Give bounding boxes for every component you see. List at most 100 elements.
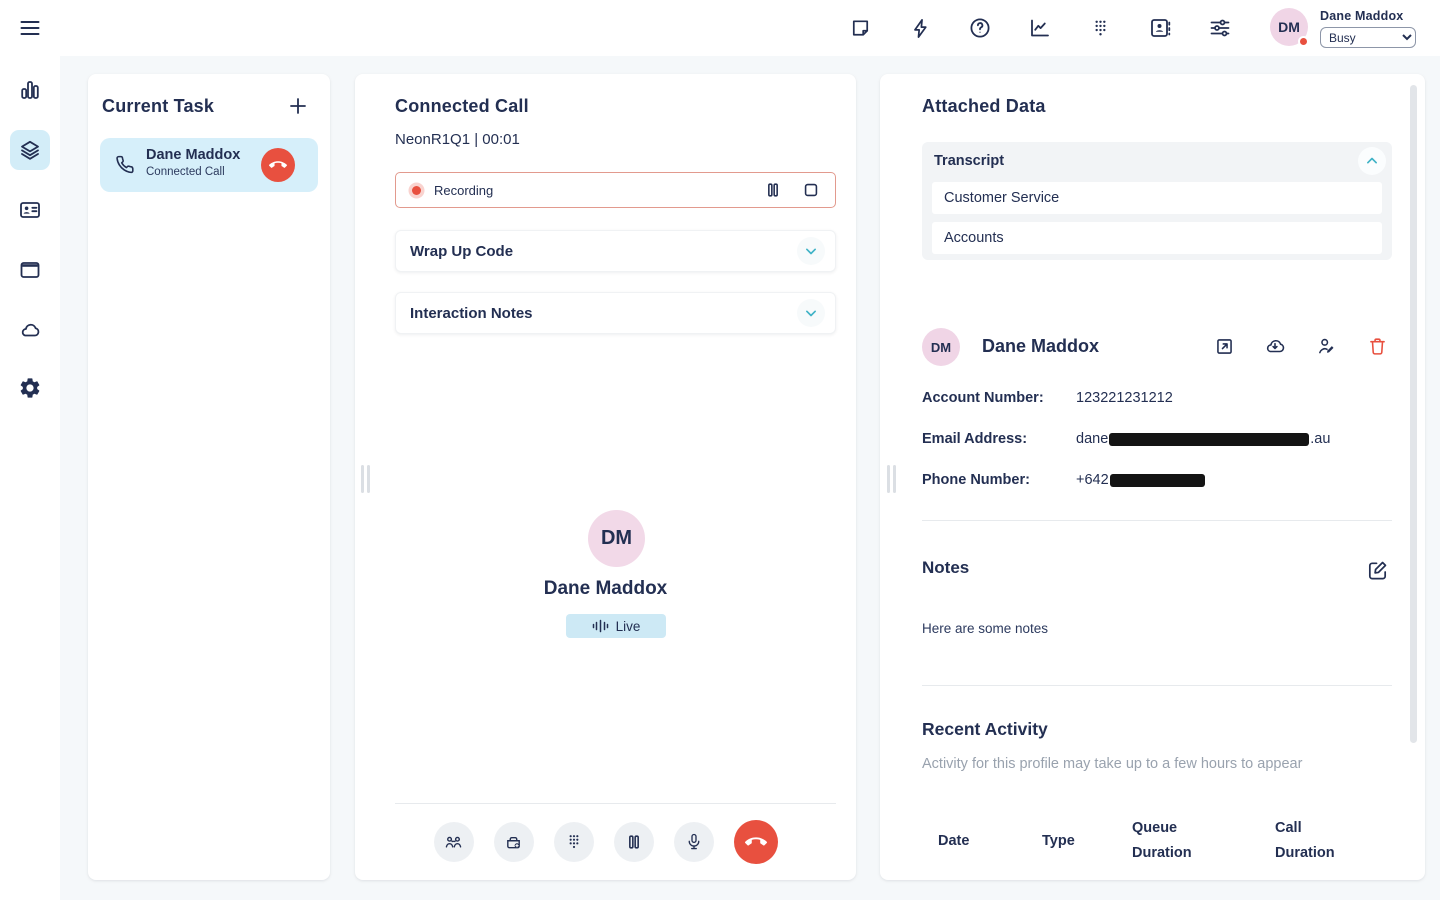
stop-recording-button[interactable] bbox=[797, 176, 825, 204]
device-icon bbox=[503, 832, 524, 853]
panel-resize-handle[interactable] bbox=[887, 465, 899, 493]
transcript-item-label: Accounts bbox=[944, 230, 1004, 246]
wrap-up-code-label: Wrap Up Code bbox=[410, 243, 513, 260]
directory-button[interactable] bbox=[1140, 8, 1180, 48]
sidebar-item-tasks[interactable] bbox=[10, 130, 50, 170]
stop-icon bbox=[801, 180, 821, 200]
hamburger-menu-button[interactable] bbox=[16, 14, 44, 42]
end-call-icon bbox=[269, 156, 287, 174]
main-content: Current Task Dane Maddox Connected Call … bbox=[60, 56, 1440, 900]
user-avatar[interactable]: DM bbox=[1270, 8, 1308, 46]
hold-button[interactable] bbox=[614, 822, 654, 862]
panel-scrollbar[interactable] bbox=[1410, 85, 1417, 743]
cloud-download-icon bbox=[1263, 334, 1287, 358]
open-profile-button[interactable] bbox=[1210, 332, 1238, 360]
field-label: Phone Number: bbox=[922, 472, 1030, 488]
topbar: DM Dane Maddox Busy bbox=[0, 0, 1440, 56]
end-call-button[interactable] bbox=[734, 820, 778, 864]
panel-resize-handle[interactable] bbox=[361, 465, 373, 493]
keypad-button[interactable] bbox=[554, 822, 594, 862]
sidebar-item-cloud[interactable] bbox=[10, 310, 50, 350]
edit-notes-button[interactable] bbox=[1366, 556, 1394, 584]
recent-activity-title: Recent Activity bbox=[922, 719, 1048, 740]
notes-pad-button[interactable] bbox=[840, 8, 880, 48]
mic-icon bbox=[684, 832, 704, 852]
task-type-label: Connected Call bbox=[146, 166, 225, 178]
divider bbox=[922, 685, 1392, 686]
field-account-number: Account Number: 123221231212 bbox=[922, 390, 1392, 410]
preferences-button[interactable] bbox=[1200, 8, 1240, 48]
field-label: Account Number: bbox=[922, 390, 1044, 406]
trash-icon bbox=[1367, 336, 1388, 357]
dialpad-icon bbox=[1089, 17, 1112, 40]
analytics-button[interactable] bbox=[1020, 8, 1060, 48]
download-profile-button[interactable] bbox=[1261, 332, 1289, 360]
chevron-up-icon[interactable] bbox=[1358, 147, 1386, 175]
chevron-down-icon[interactable] bbox=[797, 237, 825, 265]
user-name: Dane Maddox bbox=[1320, 9, 1416, 23]
sidebar-item-contacts[interactable] bbox=[10, 190, 50, 230]
interaction-notes-expander[interactable]: Interaction Notes bbox=[395, 292, 836, 334]
sidebar-item-settings[interactable] bbox=[10, 368, 50, 408]
recording-label: Recording bbox=[434, 183, 493, 198]
waveform-icon bbox=[592, 619, 609, 633]
attached-data-title: Attached Data bbox=[922, 96, 1046, 117]
chevron-down-icon[interactable] bbox=[797, 299, 825, 327]
note-icon bbox=[849, 17, 872, 40]
contact-card-icon bbox=[18, 198, 42, 222]
swap-device-button[interactable] bbox=[494, 822, 534, 862]
task-list-item[interactable]: Dane Maddox Connected Call bbox=[100, 138, 318, 192]
column-header-date: Date bbox=[938, 829, 969, 854]
gear-icon bbox=[18, 376, 42, 400]
transcript-item-label: Customer Service bbox=[944, 190, 1059, 206]
transcript-header[interactable]: Transcript bbox=[922, 142, 1392, 180]
call-panel-title: Connected Call bbox=[395, 96, 529, 117]
layers-icon bbox=[18, 138, 42, 162]
agent-status-select[interactable]: Busy bbox=[1320, 27, 1416, 48]
wrap-up-code-expander[interactable]: Wrap Up Code bbox=[395, 230, 836, 272]
transcript-item[interactable]: Customer Service bbox=[932, 182, 1382, 214]
caller-avatar: DM bbox=[588, 510, 645, 567]
call-controls bbox=[355, 820, 856, 864]
help-button[interactable] bbox=[960, 8, 1000, 48]
transcript-item[interactable]: Accounts bbox=[932, 222, 1382, 254]
left-rail bbox=[0, 56, 60, 900]
connected-call-panel: Connected Call NeonR1Q1 | 00:01 Recordin… bbox=[355, 74, 856, 880]
phone-icon bbox=[114, 154, 135, 175]
people-icon bbox=[443, 832, 464, 853]
interaction-notes-label: Interaction Notes bbox=[410, 305, 533, 322]
divider bbox=[922, 520, 1392, 521]
line-chart-icon bbox=[1028, 16, 1052, 40]
add-task-button[interactable] bbox=[286, 92, 314, 120]
field-value: +642 bbox=[1076, 472, 1206, 488]
pause-recording-button[interactable] bbox=[759, 176, 787, 204]
sidebar-item-workspace[interactable] bbox=[10, 250, 50, 290]
quick-actions-button[interactable] bbox=[900, 8, 940, 48]
recent-activity-subtitle: Activity for this profile may take up to… bbox=[922, 756, 1302, 772]
pause-icon bbox=[763, 180, 783, 200]
agent-desktop: DM Dane Maddox Busy bbox=[0, 0, 1440, 900]
dialpad-button[interactable] bbox=[1080, 8, 1120, 48]
mute-button[interactable] bbox=[674, 822, 714, 862]
edit-profile-button[interactable] bbox=[1313, 332, 1341, 360]
person-edit-icon bbox=[1316, 335, 1338, 357]
busy-status-dot bbox=[1298, 36, 1309, 47]
window-icon bbox=[18, 258, 42, 282]
transcript-group: Transcript Customer Service Accounts bbox=[922, 142, 1392, 260]
lightning-icon bbox=[909, 17, 932, 40]
live-status-badge: Live bbox=[566, 614, 666, 638]
conference-button[interactable] bbox=[434, 822, 474, 862]
task-end-call-button[interactable] bbox=[261, 148, 295, 182]
bar-stats-icon bbox=[18, 78, 42, 102]
end-call-icon bbox=[745, 831, 767, 853]
recording-dot bbox=[412, 186, 421, 195]
sliders-icon bbox=[1208, 16, 1232, 40]
current-task-title: Current Task bbox=[102, 96, 214, 117]
field-value: 123221231212 bbox=[1076, 390, 1173, 406]
caller-name: Dane Maddox bbox=[355, 578, 856, 600]
column-header-type: Type bbox=[1042, 829, 1075, 854]
address-book-icon bbox=[1148, 16, 1172, 40]
dialpad-icon bbox=[564, 832, 584, 852]
sidebar-item-stats[interactable] bbox=[10, 70, 50, 110]
delete-profile-button[interactable] bbox=[1364, 332, 1392, 360]
